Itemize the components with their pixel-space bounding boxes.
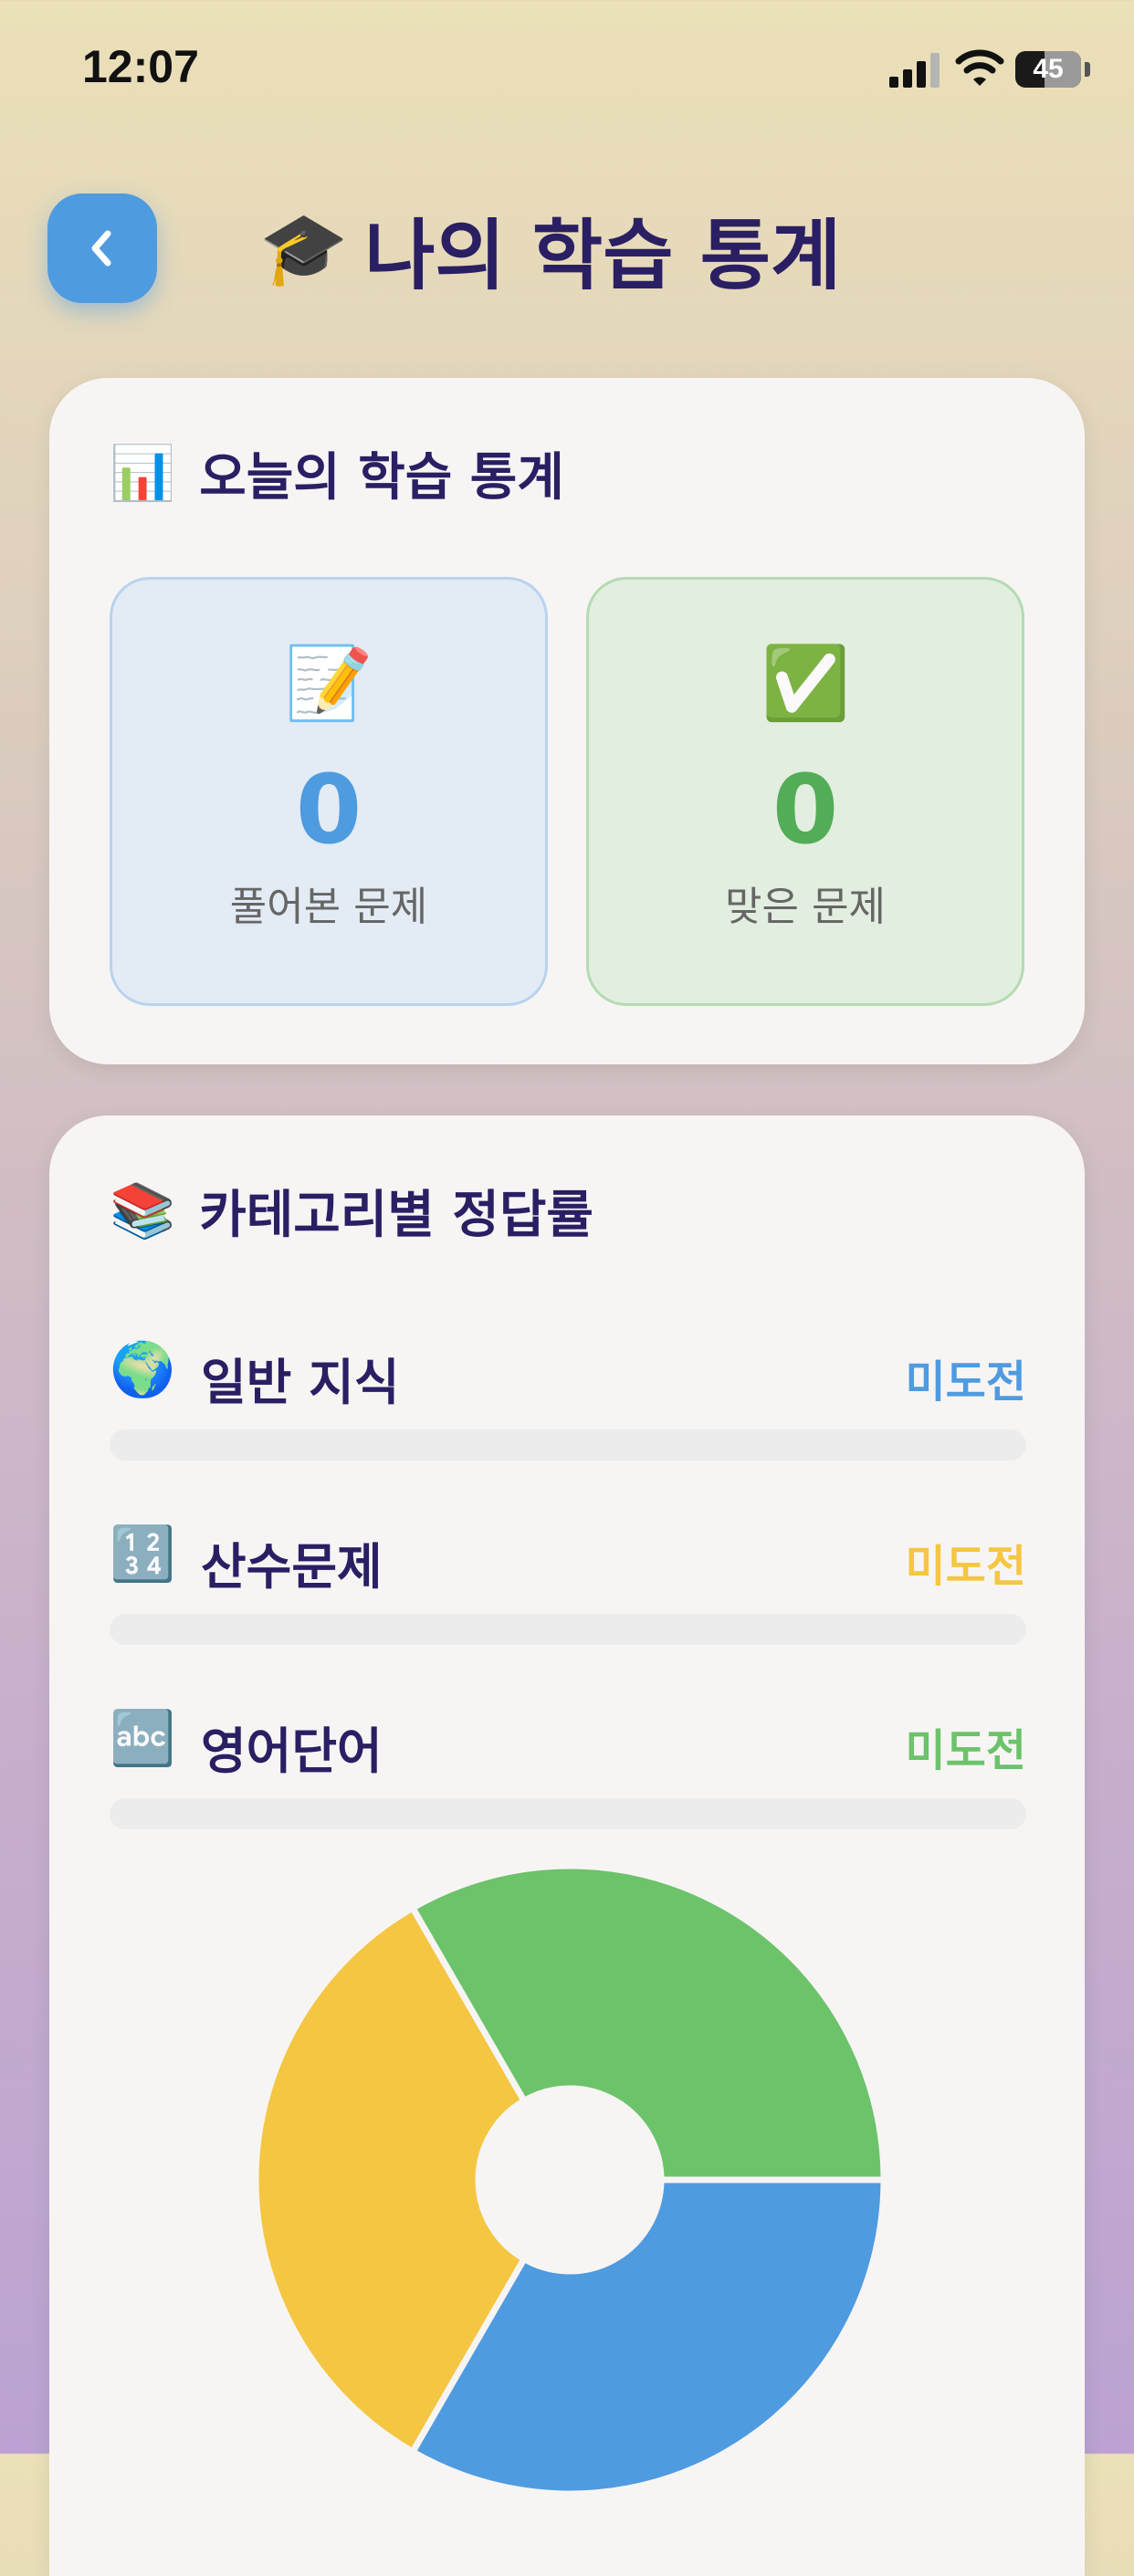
- correct-label: 맞은 문제: [725, 884, 886, 930]
- category-name: 산수문제: [201, 1538, 383, 1596]
- solved-stat-box: 📝 0 풀어본 문제: [110, 577, 548, 1006]
- category-status: 미도전: [905, 1541, 1026, 1592]
- category-row-general[interactable]: 🌍 일반 지식 미도전: [110, 1329, 1026, 1411]
- battery-tip: [1085, 62, 1090, 77]
- today-stats-title: 📊 오늘의 학습 통계: [110, 436, 564, 510]
- status-bar: 12:07 45: [0, 0, 1134, 137]
- correct-count: 0: [772, 754, 839, 865]
- category-progress-math: [110, 1614, 1026, 1645]
- solved-count: 0: [295, 754, 362, 865]
- category-donut-chart: [252, 1862, 887, 2497]
- abc-letters-icon: 🔤: [110, 1707, 176, 1769]
- category-accuracy-title-text: 카테고리별 정답률: [199, 1186, 593, 1245]
- graduation-cap-icon: 🎓: [259, 207, 349, 290]
- category-name: 영어단어: [201, 1723, 383, 1780]
- today-stats-card: 📊 오늘의 학습 통계 📝 0 풀어본 문제 ✅ 0 맞은 문제: [49, 378, 1085, 1064]
- books-icon: 📚: [110, 1179, 176, 1241]
- category-status: 미도전: [905, 1725, 1026, 1776]
- battery-icon: 45: [1015, 51, 1081, 88]
- check-mark-icon: ✅: [761, 643, 850, 725]
- category-progress-english: [110, 1798, 1026, 1829]
- page-title-text: 나의 학습 통계: [364, 210, 842, 300]
- status-time: 12:07: [82, 41, 199, 92]
- category-status: 미도전: [905, 1356, 1026, 1408]
- category-accuracy-title: 📚 카테고리별 정답률: [110, 1174, 593, 1248]
- bar-chart-icon: 📊: [110, 442, 176, 504]
- numbers-icon: 🔢: [110, 1523, 176, 1585]
- chevron-left-icon: [91, 230, 111, 267]
- today-stats-title-text: 오늘의 학습 통계: [199, 448, 564, 508]
- cellular-signal-icon: [889, 53, 940, 88]
- memo-icon: 📝: [284, 643, 373, 725]
- back-button[interactable]: [47, 194, 157, 303]
- correct-stat-box: ✅ 0 맞은 문제: [586, 577, 1024, 1006]
- category-accuracy-card: 📚 카테고리별 정답률 🌍 일반 지식 미도전 🔢 산수문제 미도전 🔤 영어단…: [49, 1115, 1085, 2576]
- category-row-math[interactable]: 🔢 산수문제 미도전: [110, 1513, 1026, 1596]
- category-name: 일반 지식: [201, 1354, 400, 1411]
- page-title: 🎓 나의 학습 통계: [259, 190, 841, 309]
- battery-level: 45: [1033, 54, 1064, 84]
- globe-icon: 🌍: [110, 1338, 176, 1400]
- wifi-icon: [955, 49, 1004, 86]
- category-progress-general: [110, 1429, 1026, 1461]
- category-row-english[interactable]: 🔤 영어단어 미도전: [110, 1698, 1026, 1780]
- solved-label: 풀어본 문제: [229, 884, 428, 930]
